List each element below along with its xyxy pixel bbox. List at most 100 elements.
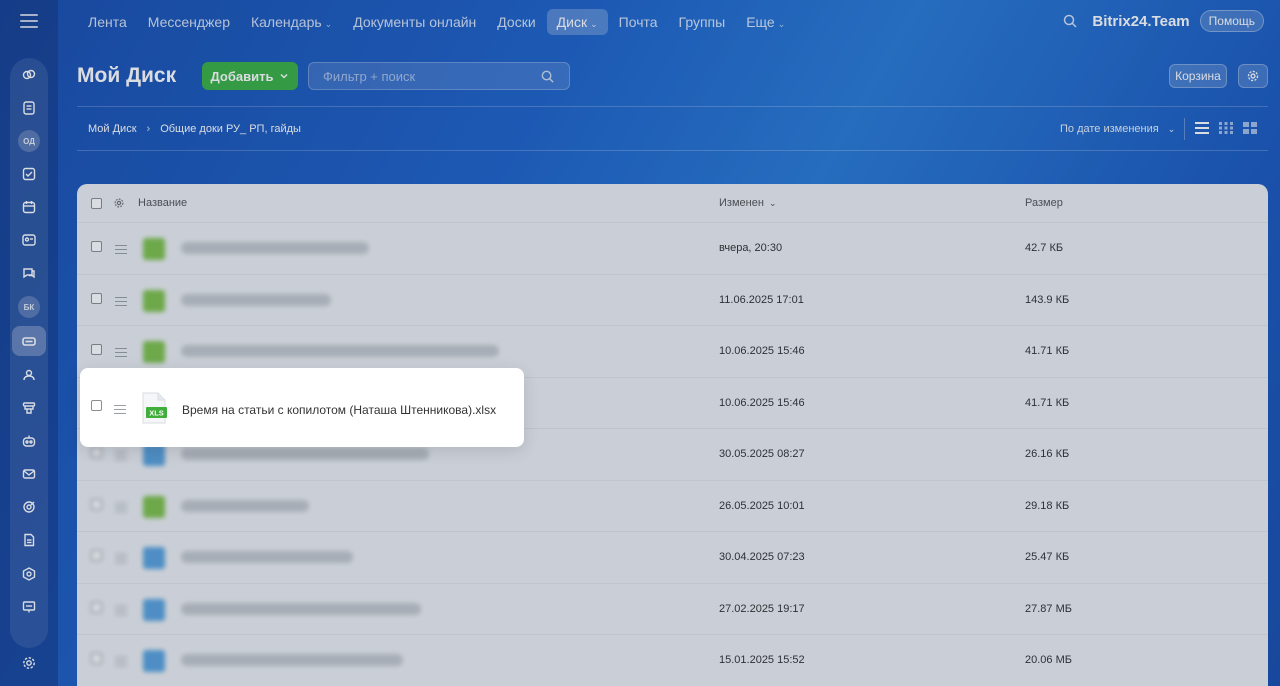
list-view-icon[interactable] — [1194, 121, 1210, 135]
calendar-icon[interactable] — [14, 192, 44, 222]
nav-item[interactable]: Доски — [487, 9, 545, 35]
filter-icon[interactable] — [14, 393, 44, 423]
nav-item[interactable]: Группы — [669, 9, 736, 35]
row-checkbox[interactable] — [91, 602, 102, 613]
avatar-bk[interactable]: БК — [14, 292, 44, 322]
robot-icon[interactable] — [14, 426, 44, 456]
column-name-header[interactable]: Название — [138, 197, 187, 209]
chevron-down-icon: ⌄ — [324, 19, 333, 29]
trash-button[interactable]: Корзина — [1169, 64, 1227, 88]
file-size: 26.16 КБ — [1025, 448, 1070, 460]
mail-icon[interactable] — [14, 459, 44, 489]
settings-icon[interactable] — [14, 648, 44, 678]
file-name-redacted[interactable] — [181, 500, 309, 512]
column-modified-header[interactable]: Изменен ⌄ — [719, 197, 777, 209]
users-icon[interactable] — [14, 360, 44, 390]
page-settings-button[interactable] — [1238, 64, 1268, 88]
divider — [1184, 118, 1185, 140]
drag-handle-icon[interactable] — [115, 245, 127, 254]
row-checkbox[interactable] — [91, 499, 102, 510]
tasks-icon[interactable] — [14, 159, 44, 189]
table-header: Название Изменен ⌄ Размер — [77, 184, 1268, 222]
file-name[interactable]: Время на статьи с копилотом (Наташа Штен… — [182, 403, 496, 417]
document-icon[interactable] — [14, 525, 44, 555]
contacts-card-icon[interactable] — [14, 225, 44, 255]
file-size: 27.87 МБ — [1025, 603, 1072, 615]
drag-handle-icon[interactable] — [115, 554, 127, 563]
chevron-down-icon: ⌄ — [777, 19, 786, 29]
nav-item-label: Документы онлайн — [353, 14, 477, 30]
file-name-redacted[interactable] — [181, 242, 369, 254]
row-checkbox[interactable] — [91, 653, 102, 664]
column-size-header[interactable]: Размер — [1025, 197, 1063, 209]
messenger-icon[interactable] — [14, 258, 44, 288]
brand-name[interactable]: Bitrix24.Team — [1092, 13, 1189, 30]
drag-handle-icon[interactable] — [115, 451, 127, 460]
filter-search-box[interactable] — [308, 62, 570, 90]
spreadsheet-file-icon — [143, 290, 165, 312]
table-row[interactable]: 11.06.2025 17:01 143.9 КБ — [77, 274, 1268, 325]
nav-item[interactable]: Еще ⌄ — [736, 9, 795, 35]
modified-date: 10.06.2025 15:46 — [719, 345, 805, 357]
breadcrumb-current[interactable]: Общие доки РУ_ РП, гайды — [160, 123, 301, 135]
select-all-checkbox[interactable] — [91, 198, 102, 209]
file-name-redacted[interactable] — [181, 294, 331, 306]
nav-item-label: Диск — [556, 14, 588, 30]
hexagon-icon[interactable] — [14, 559, 44, 589]
drag-handle-icon[interactable] — [114, 405, 126, 414]
highlighted-file-row[interactable]: XLS Время на статьи с копилотом (Наташа … — [80, 368, 524, 447]
grid-small-view-icon[interactable] — [1218, 121, 1234, 135]
nav-item[interactable]: Почта — [609, 9, 668, 35]
page-title: Мой Диск — [77, 64, 177, 87]
sort-select[interactable]: По дате изменения ⌄ — [1060, 123, 1175, 135]
row-checkbox[interactable] — [91, 241, 102, 252]
table-row[interactable]: 15.01.2025 15:52 20.06 МБ — [77, 634, 1268, 685]
avatar-od[interactable]: ОД — [14, 126, 44, 156]
drag-handle-icon[interactable] — [115, 503, 127, 512]
table-row[interactable]: 26.05.2025 10:01 29.18 КБ — [77, 480, 1268, 531]
gear-icon[interactable] — [113, 197, 125, 209]
search-icon[interactable] — [1062, 13, 1078, 29]
menu-burger-icon[interactable] — [20, 14, 38, 28]
presentation-icon[interactable] — [14, 592, 44, 622]
nav-item[interactable]: Лента — [78, 9, 137, 35]
nav-item[interactable]: Диск ⌄ — [546, 9, 608, 35]
grid-large-view-icon[interactable] — [1242, 121, 1258, 135]
file-name-redacted[interactable] — [181, 551, 353, 563]
modified-date: 10.06.2025 15:46 — [719, 397, 805, 409]
nav-item[interactable]: Календарь ⌄ — [241, 9, 342, 35]
drag-handle-icon[interactable] — [115, 657, 127, 666]
file-size: 143.9 КБ — [1025, 294, 1070, 306]
row-checkbox[interactable] — [91, 344, 102, 355]
file-name-redacted[interactable] — [181, 345, 499, 357]
help-button[interactable]: Помощь — [1199, 10, 1264, 32]
add-button[interactable]: Добавить — [202, 62, 298, 90]
table-row[interactable]: вчера, 20:30 42.7 КБ — [77, 222, 1268, 273]
search-icon[interactable] — [540, 69, 555, 84]
nav-item[interactable]: Мессенджер — [138, 9, 240, 35]
nav-item[interactable]: Документы онлайн — [343, 9, 486, 35]
xls-file-icon: XLS — [142, 392, 167, 424]
search-input[interactable] — [323, 68, 523, 84]
file-name-redacted[interactable] — [181, 654, 403, 666]
row-checkbox[interactable] — [91, 550, 102, 561]
file-name-redacted[interactable] — [181, 603, 421, 615]
top-right-area: Bitrix24.Team Помощь — [1062, 10, 1264, 32]
document-file-icon — [143, 547, 165, 569]
drag-handle-icon[interactable] — [115, 348, 127, 357]
drag-handle-icon[interactable] — [115, 297, 127, 306]
drag-handle-icon[interactable] — [115, 606, 127, 615]
table-row[interactable]: 30.04.2025 07:23 25.47 КБ — [77, 531, 1268, 582]
modified-date: 11.06.2025 17:01 — [719, 294, 804, 306]
drive-icon[interactable] — [12, 326, 46, 356]
breadcrumb: Мой Диск › Общие доки РУ_ РП, гайды — [88, 123, 301, 135]
row-checkbox[interactable] — [91, 400, 102, 411]
chat-bubbles-icon[interactable] — [14, 60, 44, 90]
row-checkbox[interactable] — [91, 447, 102, 458]
breadcrumb-root[interactable]: Мой Диск — [88, 123, 137, 135]
table-row[interactable]: 27.02.2025 19:17 27.87 МБ — [77, 583, 1268, 634]
file-name-redacted[interactable] — [181, 448, 429, 460]
row-checkbox[interactable] — [91, 293, 102, 304]
feed-icon[interactable] — [14, 93, 44, 123]
target-icon[interactable] — [14, 492, 44, 522]
